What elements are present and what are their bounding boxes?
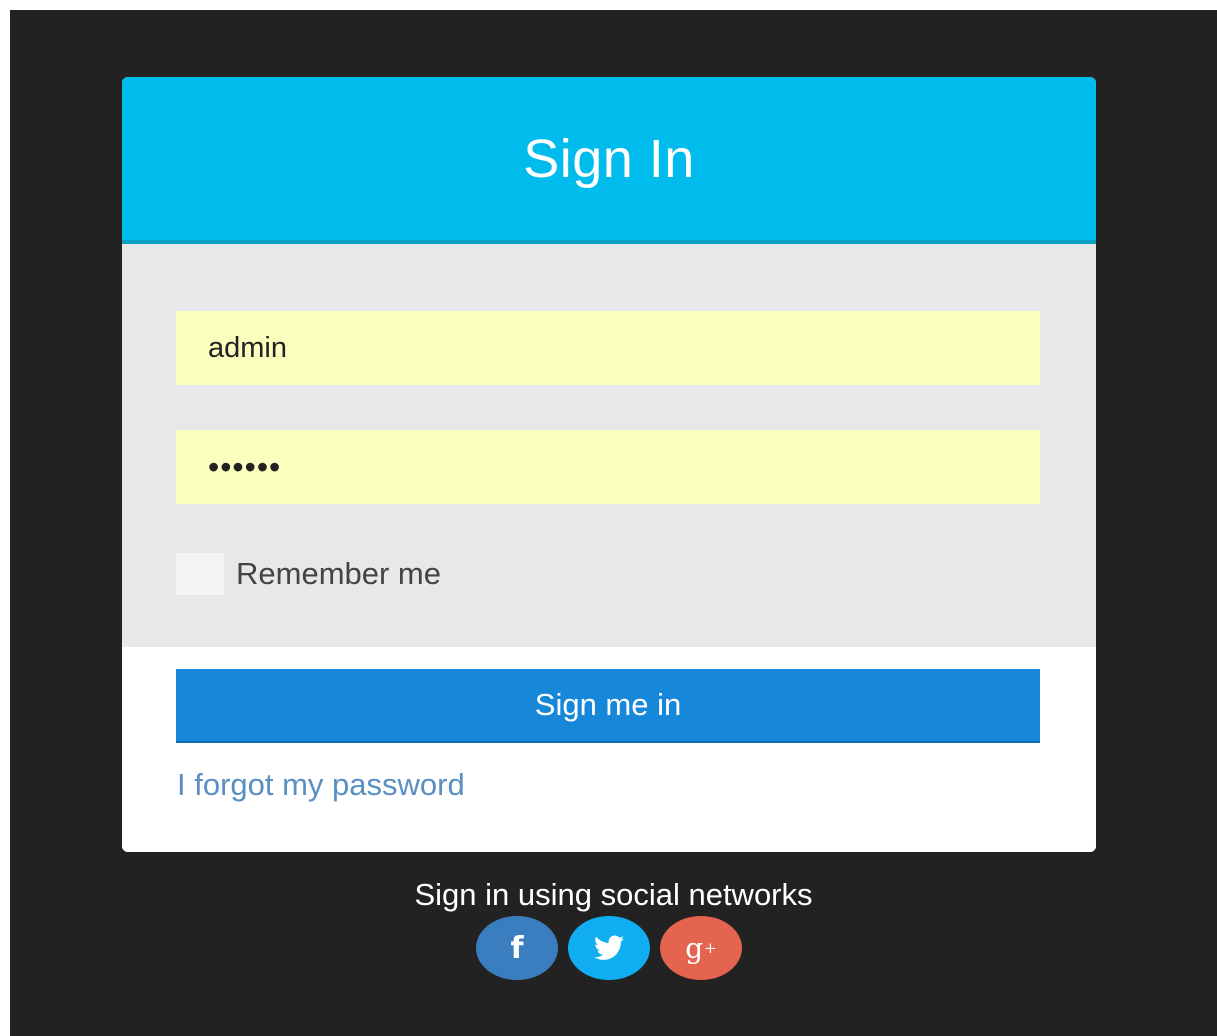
username-input[interactable] (176, 311, 1040, 385)
forgot-password-link[interactable]: I forgot my password (177, 767, 465, 803)
login-footer: Sign me in I forgot my password (122, 647, 1096, 852)
facebook-icon: f (510, 930, 524, 966)
google-plus-glyph: g (685, 931, 704, 965)
sign-in-button[interactable]: Sign me in (176, 669, 1040, 743)
remember-me-label: Remember me (236, 556, 441, 591)
remember-me-checkbox[interactable] (176, 553, 224, 595)
facebook-button[interactable]: f (476, 916, 558, 980)
remember-me-row[interactable]: Remember me (176, 553, 441, 595)
page-background: Sign In Remember me Sign me in I forgot … (10, 10, 1217, 1036)
google-plus-button[interactable]: g + (660, 916, 742, 980)
login-header: Sign In (122, 77, 1096, 244)
twitter-button[interactable] (568, 916, 650, 980)
google-plus-icon: g + (685, 932, 717, 965)
password-input[interactable] (176, 430, 1040, 504)
login-body: Remember me (122, 244, 1096, 647)
google-plus-superscript: + (704, 939, 717, 957)
login-box: Sign In Remember me Sign me in I forgot … (122, 77, 1096, 852)
twitter-icon (594, 935, 624, 961)
social-buttons: f g + (476, 916, 742, 980)
page-title: Sign In (523, 128, 695, 189)
social-heading: Sign in using social networks (414, 877, 813, 912)
